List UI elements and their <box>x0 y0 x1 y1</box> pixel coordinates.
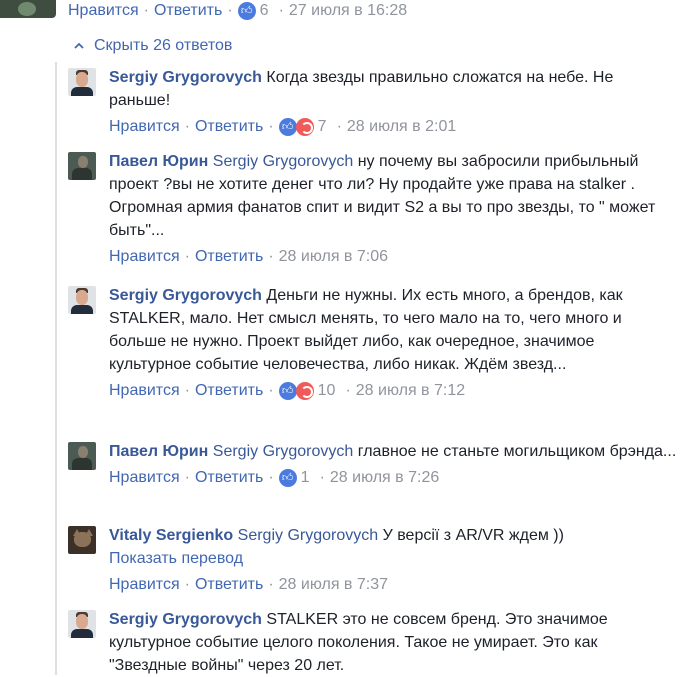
reaction-count[interactable]: 1 <box>301 469 310 487</box>
separator: · <box>278 2 284 19</box>
avatar[interactable] <box>68 152 96 180</box>
author-name[interactable]: Vitaly Sergienko <box>109 527 233 544</box>
reply-comment: Павел Юрин Sergiy Grygorovych главное не… <box>68 440 678 489</box>
reply-comment: Sergiy Grygorovych Когда звезды правильн… <box>68 66 678 138</box>
comment-text: Павел Юрин Sergiy Grygorovych главное не… <box>109 440 678 463</box>
comment-message: У версії з AR/VR ждем )) <box>382 527 564 544</box>
avatar[interactable] <box>68 526 96 554</box>
reply-button[interactable]: Ответить <box>195 382 263 400</box>
separator: · <box>268 576 274 593</box>
reply-button[interactable]: Ответить <box>154 2 222 20</box>
author-name[interactable]: Sergiy Grygorovych <box>109 69 262 86</box>
comment-actions: Нравится · Ответить · 👍︎ 1 · 28 июля в 7… <box>109 467 678 489</box>
comment-actions: Нравится · Ответить · 28 июля в 7:06 <box>109 246 678 268</box>
comment-actions: Нравится · Ответить · 👍︎ 7 · 28 июля в 2… <box>109 116 678 138</box>
reaction-count[interactable]: 6 <box>260 2 269 20</box>
timestamp[interactable]: 28 июля в 7:37 <box>279 576 388 594</box>
comment-message: главное не станьте могильщиком брэнда... <box>357 443 677 460</box>
like-button[interactable]: Нравится <box>109 118 180 136</box>
like-reaction-icon[interactable]: 👍︎ <box>278 469 297 487</box>
separator: · <box>184 248 190 265</box>
like-button[interactable]: Нравится <box>109 469 180 487</box>
timestamp[interactable]: 28 июля в 7:12 <box>356 382 465 400</box>
author-name[interactable]: Sergiy Grygorovych <box>109 611 262 628</box>
avatar[interactable] <box>0 0 56 18</box>
separator: · <box>336 118 342 135</box>
mention-link[interactable]: Sergiy Grygorovych <box>238 527 379 544</box>
avatar[interactable] <box>68 610 96 638</box>
separator: · <box>184 118 190 135</box>
separator: · <box>345 382 351 399</box>
comment-text: Sergiy Grygorovych Деньги не нужны. Их е… <box>109 284 678 376</box>
mention-link[interactable]: Sergiy Grygorovych <box>213 153 354 170</box>
separator: · <box>184 382 190 399</box>
author-name[interactable]: Sergiy Grygorovych <box>109 287 262 304</box>
like-reaction-icon[interactable]: 👍︎ <box>278 118 297 136</box>
haha-reaction-icon[interactable] <box>295 118 314 136</box>
separator: · <box>184 469 190 486</box>
reply-comment: Sergiy Grygorovych Деньги не нужны. Их е… <box>68 284 678 402</box>
like-button[interactable]: Нравится <box>68 2 139 20</box>
reaction-count[interactable]: 7 <box>318 118 327 136</box>
avatar[interactable] <box>68 286 96 314</box>
comment-text: Павел Юрин Sergiy Grygorovych ну почему … <box>109 150 678 242</box>
show-translation-link[interactable]: Показать перевод <box>109 547 678 570</box>
timestamp[interactable]: 28 июля в 7:26 <box>330 469 439 487</box>
separator: · <box>227 2 233 19</box>
reaction-count[interactable]: 10 <box>318 382 336 400</box>
thread-line <box>55 62 57 675</box>
reply-button[interactable]: Ответить <box>195 248 263 266</box>
reply-comment: Павел Юрин Sergiy Grygorovych ну почему … <box>68 150 678 268</box>
separator: · <box>268 382 274 399</box>
hide-replies-label: Скрыть 26 ответов <box>94 37 233 54</box>
timestamp[interactable]: 27 июля в 16:28 <box>289 2 407 20</box>
comment-actions: Нравится · Ответить · 28 июля в 7:37 <box>109 574 678 596</box>
reply-button[interactable]: Ответить <box>195 469 263 487</box>
comment-text: Vitaly Sergienko Sergiy Grygorovych У ве… <box>109 524 678 547</box>
separator: · <box>268 248 274 265</box>
timestamp[interactable]: 28 июля в 7:06 <box>279 248 388 266</box>
reply-comment: Sergiy Grygorovych STALKER это не совсем… <box>68 608 678 677</box>
avatar[interactable] <box>68 68 96 96</box>
comment-text: Sergiy Grygorovych STALKER это не совсем… <box>109 608 678 677</box>
comment-actions: Нравится · Ответить · 👍︎ 10 · 28 июля в … <box>109 380 678 402</box>
separator: · <box>319 469 325 486</box>
reply-button[interactable]: Ответить <box>195 576 263 594</box>
comment-text: Sergiy Grygorovych Когда звезды правильн… <box>109 66 678 112</box>
chevron-up-icon <box>74 42 84 49</box>
like-reaction-icon[interactable]: 👍︎ <box>278 382 297 400</box>
separator: · <box>268 118 274 135</box>
author-name[interactable]: Павел Юрин <box>109 443 208 460</box>
like-button[interactable]: Нравится <box>109 576 180 594</box>
separator: · <box>184 576 190 593</box>
like-button[interactable]: Нравится <box>109 382 180 400</box>
reply-button[interactable]: Ответить <box>195 118 263 136</box>
comment-actions: Нравится · Ответить · 👍︎ 6 · 27 июля в 1… <box>68 0 407 22</box>
separator: · <box>143 2 149 19</box>
like-reaction-icon[interactable]: 👍︎ <box>237 2 256 20</box>
mention-link[interactable]: Sergiy Grygorovych <box>213 443 354 460</box>
timestamp[interactable]: 28 июля в 2:01 <box>347 118 456 136</box>
avatar[interactable] <box>68 442 96 470</box>
author-name[interactable]: Павел Юрин <box>109 153 208 170</box>
reply-comment: Vitaly Sergienko Sergiy Grygorovych У ве… <box>68 524 678 596</box>
like-button[interactable]: Нравится <box>109 248 180 266</box>
haha-reaction-icon[interactable] <box>295 382 314 400</box>
hide-replies-link[interactable]: Скрыть 26 ответов <box>74 36 232 56</box>
separator: · <box>268 469 274 486</box>
